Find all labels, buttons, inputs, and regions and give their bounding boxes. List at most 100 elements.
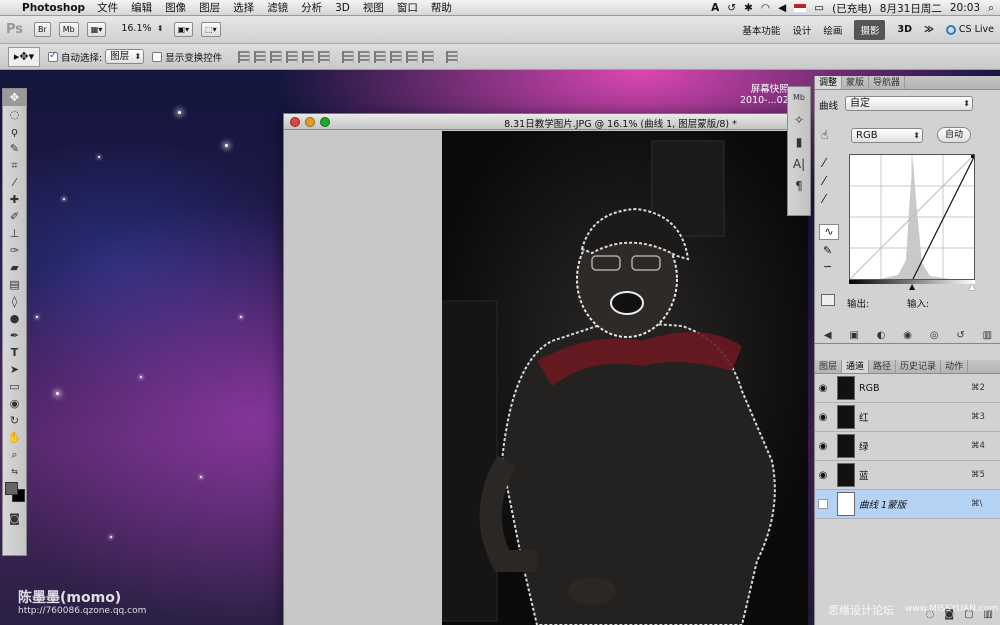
eyedropper-tool-icon[interactable]: ⁄ [3, 174, 26, 191]
align-bottom-icon[interactable] [270, 50, 283, 63]
menu-layer[interactable]: 图层 [199, 0, 220, 15]
paragraph-panel-icon[interactable]: ¶ [788, 175, 810, 197]
document-titlebar[interactable]: 8.31日教学图片.JPG @ 16.1% (曲线 1, 图层蒙版/8) * [284, 114, 807, 130]
eye-icon[interactable]: ◉ [815, 470, 831, 481]
auto-select-checkbox[interactable] [48, 50, 58, 62]
show-transform-checkbox[interactable] [152, 51, 163, 62]
quick-mask-icon[interactable]: ◙ [3, 510, 26, 527]
distribute-vcenter-icon[interactable] [358, 50, 371, 63]
menu-file[interactable]: 文件 [97, 0, 118, 15]
move-tool-preset[interactable]: ▸✥▾ [8, 46, 40, 67]
crop-tool-icon[interactable]: ⌗ [3, 157, 26, 174]
distribute-right-icon[interactable] [422, 50, 435, 63]
quick-select-tool-icon[interactable]: ✎ [3, 140, 26, 157]
tab-layers[interactable]: 图层 [815, 360, 843, 373]
3d-rotate-tool-icon[interactable]: ◉ [3, 395, 26, 412]
eraser-tool-icon[interactable]: ▰ [3, 259, 26, 276]
foreground-color[interactable] [5, 482, 18, 495]
tab-masks[interactable]: 蒙版 [842, 76, 870, 89]
on-image-adjust-icon[interactable]: ☝ [821, 128, 828, 142]
menu-analysis[interactable]: 分析 [301, 0, 322, 15]
view-extras-button[interactable]: ▦▾ [86, 22, 107, 37]
workspace-photography[interactable]: 摄影 [854, 19, 886, 40]
auto-select-target[interactable]: 图层 [105, 49, 145, 64]
align-left-icon[interactable] [286, 50, 299, 63]
mini-bridge-button[interactable]: Mb [58, 22, 79, 37]
tab-channels[interactable]: 通道 [842, 360, 870, 373]
zoom-tool-icon[interactable]: ⌕ [3, 446, 26, 463]
white-point-slider[interactable]: ▲ [969, 282, 975, 291]
reset-icon[interactable]: ↺ [956, 330, 964, 344]
cs-live-button[interactable]: CS Live [945, 24, 994, 35]
adobe-icon[interactable]: A [711, 2, 719, 14]
lasso-tool-icon[interactable]: ϙ [3, 123, 26, 140]
history-brush-icon[interactable]: ✑ [3, 242, 26, 259]
eye-icon[interactable]: ◉ [815, 383, 831, 394]
hand-tool-icon[interactable]: ✋ [3, 429, 26, 446]
channel-row-curves-mask[interactable]: 曲线 1蒙版 ⌘\ [815, 490, 1000, 519]
eyedropper-gray-icon[interactable]: ⁄ [823, 174, 825, 188]
back-arrow-icon[interactable]: ◀ [824, 330, 832, 344]
channel-row-red[interactable]: ◉ 红 ⌘3 [815, 403, 1000, 432]
bridge-button[interactable]: Br [34, 22, 51, 37]
menu-filter[interactable]: 滤镜 [267, 0, 288, 15]
toggle-visibility-icon[interactable]: ◉ [903, 330, 912, 344]
tab-paths[interactable]: 路径 [869, 360, 897, 373]
workspace-3d[interactable]: 3D [897, 24, 912, 35]
channel-row-rgb[interactable]: ◉ RGB ⌘2 [815, 374, 1000, 403]
gradient-tool-icon[interactable]: ▤ [3, 276, 26, 293]
auto-button[interactable]: 自动 [937, 127, 971, 143]
eye-icon[interactable]: ◉ [815, 412, 831, 423]
bluetooth-icon[interactable]: ✱ [744, 2, 753, 14]
menu-window[interactable]: 窗口 [397, 0, 418, 15]
distribute-left-icon[interactable] [390, 50, 403, 63]
pasteboard-area[interactable] [284, 131, 442, 625]
menu-help[interactable]: 帮助 [431, 0, 452, 15]
tab-actions[interactable]: 动作 [941, 360, 969, 373]
menu-image[interactable]: 图像 [165, 0, 186, 15]
align-top-icon[interactable] [238, 50, 251, 63]
channel-select[interactable]: RGB [851, 128, 923, 143]
character-panel-icon[interactable]: A| [788, 153, 810, 175]
menubar-date[interactable]: 8月31日周二 [880, 1, 942, 16]
menu-3d[interactable]: 3D [335, 2, 350, 14]
menu-edit[interactable]: 编辑 [131, 0, 152, 15]
volume-icon[interactable]: ◀ [778, 2, 786, 14]
curves-graph[interactable] [849, 154, 975, 280]
expand-view-icon[interactable]: ▣ [849, 330, 858, 344]
histogram-warning-icon[interactable] [821, 294, 835, 306]
eyedropper-black-icon[interactable]: ⁄ [823, 156, 825, 170]
black-point-slider[interactable]: ▲ [909, 282, 915, 291]
battery-status[interactable]: (已充电) [832, 1, 872, 16]
auto-align-icon[interactable] [446, 50, 459, 63]
type-tool-icon[interactable]: T [3, 344, 26, 361]
brush-panel-icon[interactable]: ✧ [788, 109, 810, 131]
distribute-bottom-icon[interactable] [374, 50, 387, 63]
clone-source-icon[interactable]: ▮ [788, 131, 810, 153]
distribute-top-icon[interactable] [342, 50, 355, 63]
flag-icon[interactable] [794, 4, 807, 12]
tab-history[interactable]: 历史记录 [896, 360, 942, 373]
menu-select[interactable]: 选择 [233, 0, 254, 15]
align-hcenter-icon[interactable] [302, 50, 315, 63]
desktop-file-label[interactable]: 屏幕快照 2010-...02 [740, 84, 789, 106]
eye-icon[interactable]: ◉ [815, 441, 831, 452]
eye-hidden-icon[interactable] [818, 499, 828, 509]
curve-smooth-icon[interactable]: ∽ [823, 260, 832, 273]
shape-tool-icon[interactable]: ▭ [3, 378, 26, 395]
curve-point-tool-icon[interactable]: ∿ [819, 224, 839, 240]
eyedropper-white-icon[interactable]: ⁄ [823, 192, 825, 206]
blur-tool-icon[interactable]: ◊ [3, 293, 26, 310]
workspace-design[interactable]: 设计 [792, 23, 811, 37]
distribute-hcenter-icon[interactable] [406, 50, 419, 63]
curves-preset-select[interactable]: 自定 [845, 96, 973, 111]
time-machine-icon[interactable]: ↺ [727, 2, 736, 14]
swap-colors-icon[interactable]: ⇆ [3, 463, 26, 480]
arrange-documents-button[interactable]: ▣▾ [173, 22, 194, 37]
workspace-essentials[interactable]: 基本功能 [742, 23, 780, 37]
spotlight-icon[interactable]: ⌕ [988, 2, 994, 15]
dodge-tool-icon[interactable]: ● [3, 310, 26, 327]
curve-pencil-icon[interactable]: ✎ [823, 244, 832, 257]
3d-orbit-tool-icon[interactable]: ↻ [3, 412, 26, 429]
brush-tool-icon[interactable]: ✐ [3, 208, 26, 225]
